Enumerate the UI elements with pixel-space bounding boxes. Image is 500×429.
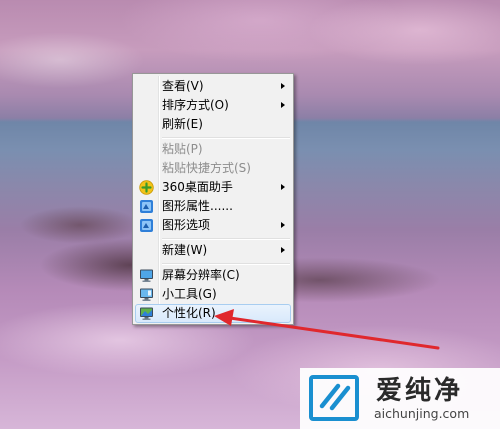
watermark-domain: aichunjing.com <box>374 406 470 421</box>
submenu-arrow-icon <box>281 247 285 253</box>
desktop-context-menu: 查看(V) 排序方式(O) 刷新(E) 粘贴(P) 粘贴快捷方式(S) 360桌… <box>132 73 294 325</box>
menu-item-new[interactable]: 新建(W) <box>135 241 291 260</box>
logo-mark-icon <box>309 375 359 421</box>
360-assistant-icon <box>139 180 154 195</box>
menu-item-gadgets[interactable]: 小工具(G) <box>135 285 291 304</box>
watermark-logo: 爱纯净 aichunjing.com <box>300 368 500 429</box>
submenu-arrow-icon <box>281 222 285 228</box>
menu-item-refresh-label: 刷新(E) <box>162 117 203 131</box>
gadgets-icon <box>140 288 153 301</box>
menu-item-360-desktop-assistant[interactable]: 360桌面助手 <box>135 178 291 197</box>
menu-item-view[interactable]: 查看(V) <box>135 77 291 96</box>
submenu-arrow-icon <box>281 184 285 190</box>
menu-item-paste[interactable]: 粘贴(P) <box>135 140 291 159</box>
menu-separator <box>162 263 290 265</box>
graphics-properties-icon <box>140 200 153 213</box>
menu-item-graphics-options-label: 图形选项 <box>162 218 211 232</box>
menu-item-graphics-properties[interactable]: 图形属性...... <box>135 197 291 216</box>
menu-item-personalize[interactable]: 个性化(R) <box>135 304 291 323</box>
menu-item-screen-resolution[interactable]: 屏幕分辨率(C) <box>135 266 291 285</box>
menu-separator <box>162 137 290 139</box>
menu-item-view-label: 查看(V) <box>162 79 204 93</box>
submenu-arrow-icon <box>281 102 285 108</box>
monitor-icon <box>140 269 153 282</box>
menu-item-graphics-options[interactable]: 图形选项 <box>135 216 291 235</box>
menu-item-gadgets-label: 小工具(G) <box>162 287 217 301</box>
menu-item-refresh[interactable]: 刷新(E) <box>135 115 291 134</box>
menu-item-personalize-label: 个性化(R) <box>162 306 216 320</box>
menu-item-paste-label: 粘贴(P) <box>162 142 203 156</box>
menu-item-paste-shortcut-label: 粘贴快捷方式(S) <box>162 161 251 175</box>
menu-item-new-label: 新建(W) <box>162 243 208 257</box>
menu-item-paste-shortcut[interactable]: 粘贴快捷方式(S) <box>135 159 291 178</box>
menu-item-screen-resolution-label: 屏幕分辨率(C) <box>162 268 240 282</box>
menu-separator <box>162 238 290 240</box>
menu-item-sort-by[interactable]: 排序方式(O) <box>135 96 291 115</box>
watermark-name: 爱纯净 <box>376 376 464 406</box>
personalize-icon <box>140 307 153 320</box>
graphics-options-icon <box>140 219 153 232</box>
menu-item-graphics-properties-label: 图形属性...... <box>162 199 233 213</box>
menu-item-sort-by-label: 排序方式(O) <box>162 98 229 112</box>
menu-item-360-label: 360桌面助手 <box>162 180 233 194</box>
submenu-arrow-icon <box>281 83 285 89</box>
